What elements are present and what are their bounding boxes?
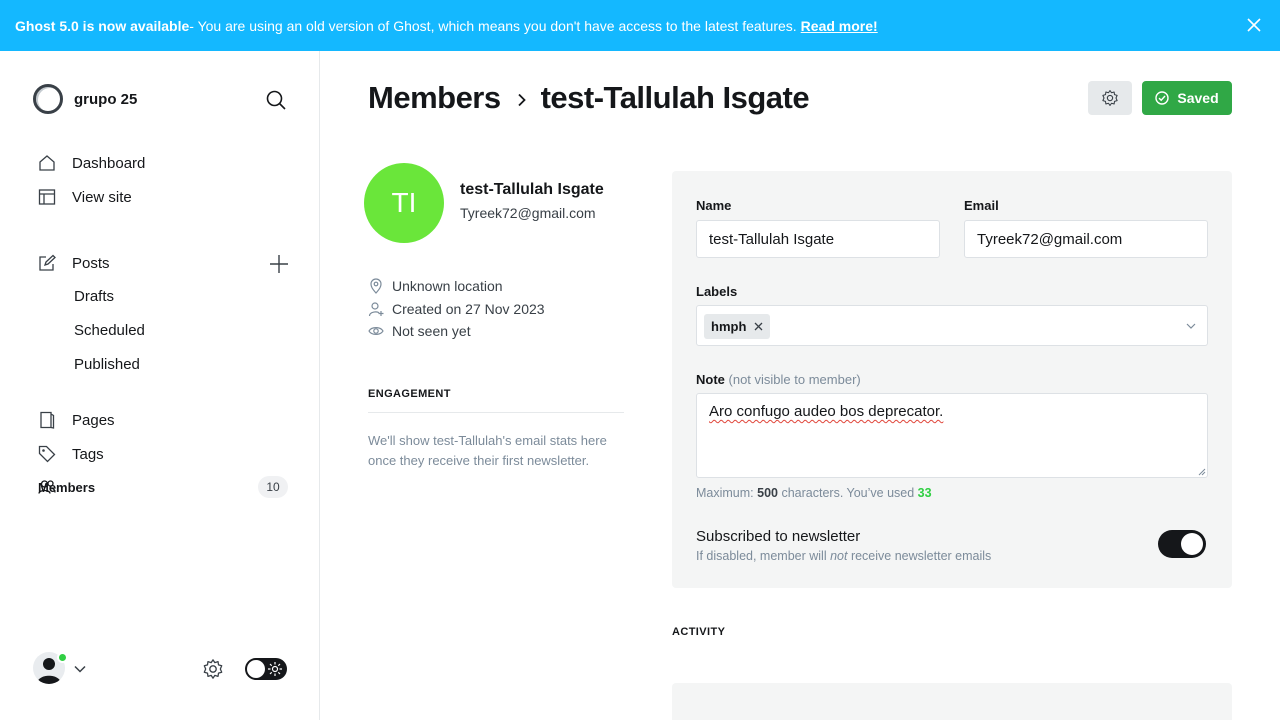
divider: [368, 412, 624, 413]
location-text: Unknown location: [392, 278, 503, 294]
sidebar-item-label: Members: [38, 479, 96, 495]
sidebar-item-label: Dashboard: [72, 154, 146, 172]
sidebar-item-scheduled[interactable]: Scheduled: [74, 322, 145, 339]
sidebar-item-posts[interactable]: Posts: [38, 254, 110, 272]
sidebar-item-label: Tags: [72, 445, 104, 463]
sidebar-item-label: Drafts: [74, 288, 115, 305]
note-label: Note (not visible to member): [696, 372, 861, 387]
location-pin-icon: [370, 278, 382, 294]
update-banner: Ghost 5.0 is now available - You are usi…: [0, 0, 1280, 51]
created-text: Created on 27 Nov 2023: [392, 301, 545, 317]
name-field[interactable]: test-Tallulah Isgate: [696, 220, 940, 258]
activity-heading: ACTIVITY: [672, 626, 726, 638]
resize-handle-icon[interactable]: [1198, 468, 1206, 476]
check-circle-icon: [1155, 91, 1170, 105]
labels-label: Labels: [696, 284, 738, 299]
search-icon[interactable]: [265, 89, 287, 111]
sidebar-item-drafts[interactable]: Drafts: [74, 288, 114, 305]
gear-icon: [1102, 89, 1118, 107]
sidebar-item-tags[interactable]: Tags: [38, 445, 104, 463]
seen-text: Not seen yet: [392, 323, 471, 339]
counter-mid: characters. You’ve used: [777, 486, 918, 500]
breadcrumb-members[interactable]: Members: [368, 80, 501, 116]
remove-label-icon[interactable]: [754, 322, 763, 331]
note-hint: (not visible to member): [728, 372, 861, 387]
engagement-text: We'll show test-Tallulah's email stats h…: [368, 433, 607, 468]
note-text: Aro confugo audeo bos deprecator.: [709, 403, 944, 420]
newsletter-desc-b: receive newsletter emails: [847, 549, 992, 563]
chevron-down-icon[interactable]: [73, 662, 87, 676]
member-form-card: Name test-Tallulah Isgate Email Tyreek72…: [672, 171, 1232, 588]
new-post-plus-icon[interactable]: [268, 253, 290, 275]
sidebar-item-members[interactable]: Members: [38, 478, 95, 496]
note-label-text: Note: [696, 372, 725, 387]
member-last-seen: Not seen yet: [368, 323, 471, 339]
engagement-heading: ENGAGEMENT: [368, 388, 451, 400]
members-count-badge: 10: [258, 476, 288, 498]
read-more-link[interactable]: Read more!: [801, 18, 878, 34]
online-status-dot: [57, 652, 68, 663]
newsletter-desc-em: not: [830, 549, 848, 563]
chevron-right-icon: [517, 93, 526, 107]
member-created: Created on 27 Nov 2023: [368, 301, 545, 317]
labels-select[interactable]: hmph: [696, 305, 1208, 346]
layout-icon: [38, 188, 56, 206]
toggle-knob: [1181, 533, 1203, 555]
sidebar-item-label: View site: [72, 188, 132, 206]
activity-panel: [672, 683, 1232, 720]
banner-title: Ghost 5.0 is now available: [15, 17, 190, 34]
sidebar-item-pages[interactable]: Pages: [38, 411, 115, 429]
sidebar-item-label: Scheduled: [74, 322, 145, 339]
counter-used: 33: [917, 486, 932, 500]
member-avatar: TI: [364, 163, 444, 243]
saved-button[interactable]: Saved: [1142, 81, 1232, 115]
member-settings-button[interactable]: [1088, 81, 1132, 115]
name-label: Name: [696, 198, 732, 213]
banner-message: - You are using an old version of Ghost,…: [189, 17, 797, 34]
newsletter-desc-a: If disabled, member will: [696, 549, 831, 563]
sun-icon: [268, 662, 282, 676]
label-chip: hmph: [704, 314, 771, 339]
newsletter-description: If disabled, member will not receive new…: [696, 549, 991, 563]
member-title: test-Tallulah Isgate: [540, 80, 810, 115]
sidebar-item-label: Posts: [72, 254, 110, 272]
site-brand[interactable]: grupo 25: [33, 84, 137, 114]
note-textarea[interactable]: Aro confugo audeo bos deprecator.: [696, 393, 1208, 478]
sidebar-item-label: Published: [74, 356, 140, 373]
chevron-down-icon: [1186, 323, 1196, 329]
member-location: Unknown location: [368, 278, 503, 294]
member-name: test-Tallulah Isgate: [460, 181, 604, 198]
newsletter-title: Subscribed to newsletter: [696, 528, 861, 545]
site-logo: [33, 84, 63, 114]
theme-toggle[interactable]: [245, 658, 287, 680]
sidebar-item-dashboard[interactable]: Dashboard: [38, 154, 145, 172]
tag-icon: [38, 445, 56, 463]
email-field[interactable]: Tyreek72@gmail.com: [964, 220, 1208, 258]
email-label: Email: [964, 198, 999, 213]
label-chip-text: hmph: [711, 319, 747, 334]
note-counter: Maximum: 500 characters. You’ve used 33: [696, 486, 932, 500]
toggle-knob: [247, 660, 265, 678]
eye-icon: [368, 327, 384, 335]
sidebar-item-published[interactable]: Published: [74, 356, 140, 373]
member-email: Tyreek72@gmail.com: [460, 205, 596, 221]
counter-prefix: Maximum:: [696, 486, 758, 500]
sidebar-item-label: Pages: [72, 411, 115, 429]
user-add-icon: [368, 302, 384, 317]
settings-gear-icon[interactable]: [202, 658, 224, 680]
site-name: grupo 25: [74, 90, 138, 108]
saved-label: Saved: [1177, 90, 1219, 106]
close-icon[interactable]: [1246, 17, 1262, 33]
sidebar-item-view-site[interactable]: View site: [38, 188, 132, 206]
page-icon: [38, 411, 56, 429]
page-title: Members test-Tallulah Isgate: [368, 80, 810, 116]
home-icon: [38, 154, 56, 172]
edit-icon: [38, 254, 56, 272]
sidebar: grupo 25 Dashboard View site Posts Draft…: [0, 51, 320, 720]
counter-max: 500: [757, 486, 778, 500]
newsletter-toggle[interactable]: [1158, 530, 1206, 558]
